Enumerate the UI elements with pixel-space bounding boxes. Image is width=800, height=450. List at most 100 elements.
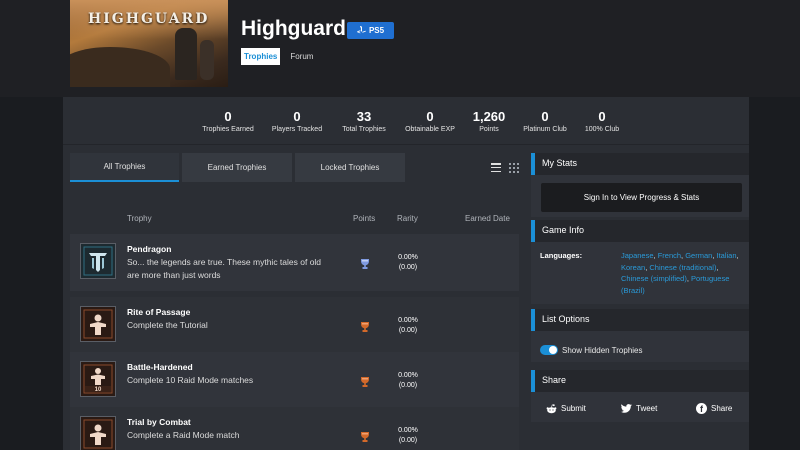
stat-value: 0	[224, 109, 232, 124]
stat-obtainable-exp: 0 Obtainable EXP	[405, 109, 455, 133]
stat-value: 1,260	[472, 109, 506, 124]
stat-points: 1,260 Points	[473, 109, 506, 133]
rarity-points: (0.00)	[398, 264, 418, 271]
sign-in-button[interactable]: Sign In to View Progress & Stats	[541, 183, 742, 212]
trophy-row[interactable]: Pendragon So... the legends are true. Th…	[70, 234, 519, 291]
my-stats-header: My Stats	[531, 153, 749, 175]
stat-label: Points	[479, 126, 499, 133]
rarity-percent: 0.00%	[398, 427, 418, 434]
trophy-name[interactable]: Pendragon	[127, 244, 171, 254]
platinum-trophy-icon	[360, 257, 370, 269]
rarity-percent: 0.00%	[398, 372, 418, 379]
panel-title: Share	[542, 375, 567, 385]
trophy-description: Complete a Raid Mode match	[127, 430, 240, 440]
game-cover-image: HIGHGUARD	[70, 0, 228, 87]
trophy-filter-tabs: All Trophies Earned Trophies Locked Trop…	[70, 153, 405, 182]
rarity-percent: 0.00%	[398, 254, 418, 261]
list-options-header: List Options	[531, 309, 749, 331]
trophy-rarity: 0.00% (0.00)	[386, 371, 430, 391]
figure-ten-icon: 10	[80, 361, 116, 397]
language-link[interactable]: German	[685, 251, 712, 260]
figure-icon	[80, 416, 116, 450]
column-header-rarity[interactable]: Rarity	[397, 214, 418, 223]
stat-label: Trophies Earned	[202, 126, 254, 133]
view-toggle	[491, 163, 519, 173]
rarity-percent: 0.00%	[398, 317, 418, 324]
cover-hill	[70, 47, 170, 87]
bronze-trophy-icon	[360, 320, 370, 332]
rarity-points: (0.00)	[398, 327, 418, 334]
list-view-icon[interactable]	[491, 163, 501, 172]
cover-figure	[175, 28, 197, 80]
reddit-icon	[546, 403, 557, 414]
column-header-earned-date[interactable]: Earned Date	[465, 214, 510, 223]
bronze-trophy-icon	[360, 375, 370, 387]
stat-value: 0	[293, 109, 301, 124]
stat-label: Total Trophies	[342, 126, 386, 133]
column-header-trophy[interactable]: Trophy	[127, 214, 152, 223]
trophy-rarity: 0.00% (0.00)	[386, 316, 430, 336]
icon-badge-text: 10	[94, 387, 102, 393]
stat-label: Obtainable EXP	[405, 126, 455, 133]
stat-total-trophies: 33 Total Trophies	[342, 109, 386, 133]
trophy-row[interactable]: 10 Battle-Hardened Complete 10 Raid Mode…	[70, 352, 519, 409]
cover-figure-2	[200, 40, 214, 80]
stat-label: Players Tracked	[271, 126, 323, 133]
toggle-label: Show Hidden Trophies	[562, 346, 643, 355]
playstation-icon	[357, 25, 366, 36]
language-link[interactable]: Chinese (traditional)	[649, 263, 716, 272]
languages-list: Japanese, French, German, Italian, Korea…	[621, 251, 739, 295]
nav-tab-forum[interactable]: Forum	[287, 48, 316, 65]
share-label: Tweet	[636, 404, 658, 413]
stat-value: 0	[598, 109, 606, 124]
share-label: Submit	[561, 404, 586, 413]
cover-logo-text: HIGHGUARD	[88, 11, 210, 27]
stat-value: 0	[426, 109, 434, 124]
facebook-icon: f	[696, 403, 707, 414]
trophy-description: Complete 10 Raid Mode matches	[127, 375, 254, 385]
trophy-row[interactable]: Rite of Passage Complete the Tutorial 0.…	[70, 297, 519, 354]
stat-players-tracked: 0 Players Tracked	[272, 109, 322, 133]
trophy-name[interactable]: Trial by Combat	[127, 417, 191, 427]
stat-trophies-earned: 0 Trophies Earned	[202, 109, 254, 133]
stat-value: 33	[356, 109, 372, 124]
trophy-name[interactable]: Rite of Passage	[127, 307, 190, 317]
language-link[interactable]: Italian	[716, 251, 736, 260]
grid-view-icon[interactable]	[509, 163, 519, 173]
language-link[interactable]: Japanese	[621, 251, 654, 260]
language-link[interactable]: Korean	[621, 263, 645, 272]
facebook-share-button[interactable]: f Share	[696, 403, 732, 414]
stat-label: 100% Club	[584, 126, 620, 133]
platform-label: PS5	[368, 26, 385, 35]
stats-bar: 0 Trophies Earned 0 Players Tracked 33 T…	[63, 97, 749, 145]
stat-label: Platinum Club	[523, 126, 567, 133]
reddit-submit-button[interactable]: Submit	[546, 403, 586, 414]
trophy-row[interactable]: Trial by Combat Complete a Raid Mode mat…	[70, 407, 519, 450]
language-link[interactable]: French	[658, 251, 681, 260]
trophy-description: So... the legends are true. These mythic…	[127, 257, 322, 280]
game-nav: Trophies Forum	[241, 48, 316, 65]
bronze-trophy-icon	[360, 430, 370, 442]
panel-title: List Options	[542, 314, 590, 324]
tab-earned-trophies[interactable]: Earned Trophies	[182, 153, 292, 182]
rarity-points: (0.00)	[398, 382, 418, 389]
share-label: Share	[711, 404, 733, 413]
show-hidden-trophies-toggle[interactable]	[540, 345, 558, 355]
trophy-name[interactable]: Battle-Hardened	[127, 362, 193, 372]
language-link[interactable]: Chinese (simplified)	[621, 274, 687, 283]
nav-tab-trophies[interactable]: Trophies	[241, 48, 281, 65]
highguard-emblem-icon	[80, 243, 116, 279]
tab-locked-trophies[interactable]: Locked Trophies	[295, 153, 405, 182]
column-header-points[interactable]: Points	[353, 214, 375, 223]
languages-label: Languages:	[540, 251, 583, 260]
panel-title: My Stats	[542, 158, 578, 168]
trophy-rarity: 0.00% (0.00)	[386, 253, 430, 273]
twitter-icon	[621, 403, 632, 414]
share-header: Share	[531, 370, 749, 392]
page-title: Highguard	[241, 17, 346, 40]
rarity-points: (0.00)	[398, 437, 418, 444]
figure-icon	[80, 306, 116, 342]
twitter-tweet-button[interactable]: Tweet	[621, 403, 657, 414]
tab-all-trophies[interactable]: All Trophies	[70, 153, 179, 182]
panel-title: Game Info	[542, 225, 585, 235]
